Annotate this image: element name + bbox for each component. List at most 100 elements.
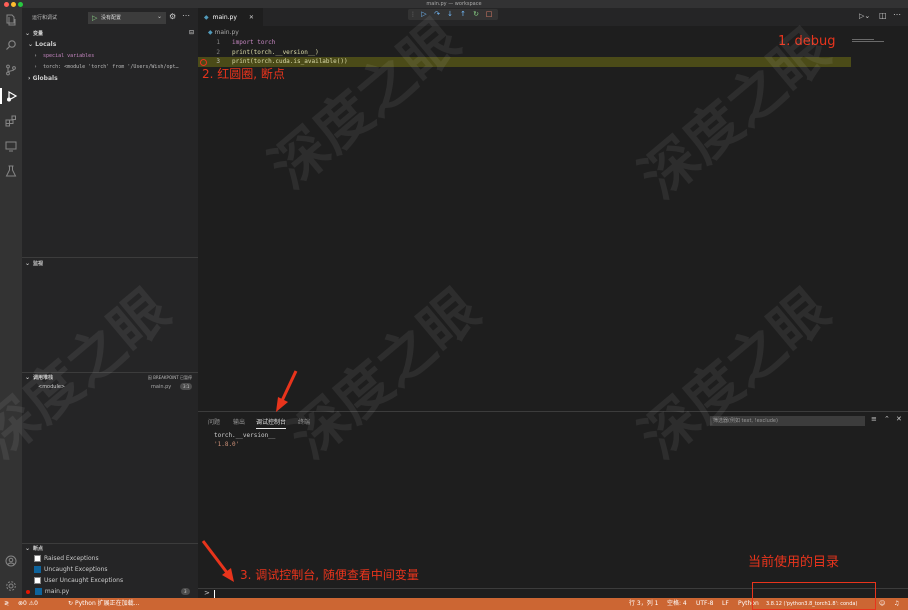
feedback-icon[interactable]: ☺ — [879, 598, 885, 610]
tab-output[interactable]: 输出 — [233, 417, 245, 426]
chevron-down-icon: ⌄ — [25, 260, 31, 267]
special-variables-item[interactable]: › special variables — [34, 53, 94, 59]
close-panel-icon[interactable]: ✕ — [896, 415, 902, 423]
tab-debug-console[interactable]: 调试控制台 — [256, 417, 287, 429]
breakpoint-user-uncaught-exceptions[interactable]: User Uncaught Exceptions — [34, 577, 123, 584]
console-filter-input[interactable]: 筛选器(例如 text, !exclude) — [710, 416, 865, 426]
globals-scope[interactable]: › Globals — [28, 75, 58, 82]
special-variables-label: special variables — [43, 53, 95, 59]
locals-scope[interactable]: ⌄ Locals — [28, 41, 56, 48]
frame-file: main.py — [151, 384, 172, 390]
collapse-all-icon[interactable]: ⊟ — [189, 29, 194, 36]
run-debug-sidebar: 运行和调试 ▷ 没有配置 ⌄ ⚙ ⋯ ⌄ 变量 ⊟ ⌄ Locals › spe… — [22, 8, 198, 598]
maximize-panel-icon[interactable]: ⌃ — [884, 415, 890, 423]
extensions-icon[interactable] — [3, 113, 19, 129]
code-line[interactable]: 1 import torch — [198, 38, 858, 48]
more-actions-icon[interactable]: ⋯ — [182, 11, 190, 20]
restart-icon[interactable]: ↻ — [472, 10, 480, 18]
python-file-icon: ◆ — [204, 13, 209, 21]
frame-name: <module> — [38, 384, 66, 390]
source-control-icon[interactable] — [3, 62, 19, 78]
split-editor-icon[interactable]: ◫ — [879, 11, 887, 20]
start-debug-play-icon[interactable]: ▷ — [92, 14, 97, 22]
remote-explorer-icon[interactable] — [3, 138, 19, 154]
torch-variable-item[interactable]: › torch: <module 'torch' from '/Users/Wi… — [34, 64, 179, 70]
annotation-breakpoint: 2. 红圆圈, 断点 — [202, 67, 285, 81]
step-out-icon[interactable]: ↑ — [459, 10, 467, 18]
clear-console-icon[interactable]: ≡ — [871, 415, 877, 423]
chevron-down-icon: ⌄ — [25, 30, 31, 37]
checkbox[interactable] — [34, 555, 41, 562]
settings-gear-icon[interactable] — [3, 578, 19, 594]
encoding[interactable]: UTF-8 — [696, 598, 714, 610]
variables-title: 变量 — [33, 31, 44, 37]
console-output: torch.__version__ '1.8.0' — [214, 431, 275, 449]
breakpoint-label: Raised Exceptions — [44, 555, 99, 562]
breakpoint-uncaught-exceptions[interactable]: Uncaught Exceptions — [34, 566, 108, 573]
variables-section-header[interactable]: ⌄ 变量 ⊟ — [22, 28, 198, 39]
chevron-down-icon: ⌄ — [25, 545, 31, 552]
console-line: torch.__version__ — [214, 432, 276, 439]
tab-terminal[interactable]: 终端 — [298, 417, 310, 426]
run-debug-menu-icon[interactable]: ▷⌄ — [859, 12, 870, 20]
annotation-directory: 当前使用的目录 — [748, 555, 840, 570]
watch-section-header[interactable]: ⌄ 监视 — [22, 258, 198, 269]
breadcrumb: ◆ main.py — [208, 29, 239, 36]
callstack-title: 调用堆栈 — [33, 375, 54, 381]
frame-line-badge: 3:1 — [180, 383, 193, 390]
chevron-right-icon: › — [34, 53, 38, 59]
breakpoint-raised-exceptions[interactable]: Raised Exceptions — [34, 555, 99, 562]
tab-label: main.py — [212, 13, 237, 21]
tab-main-py[interactable]: ◆ main.py ✕ — [198, 8, 263, 26]
checkbox[interactable] — [34, 566, 41, 573]
error-count: 0 — [23, 600, 27, 607]
indentation[interactable]: 空格: 4 — [667, 598, 687, 610]
line-endings[interactable]: LF — [722, 598, 729, 610]
explorer-icon[interactable] — [3, 12, 19, 28]
breakpoint-main-py[interactable]: main.py 3 — [26, 588, 196, 595]
close-tab-icon[interactable]: ✕ — [249, 14, 254, 21]
breadcrumb-file[interactable]: main.py — [215, 29, 239, 36]
annotation-debug-console: 3. 调试控制台, 随便查看中间变量 — [240, 568, 419, 582]
checkbox[interactable] — [34, 588, 42, 595]
chevron-down-icon: ⌄ — [156, 13, 162, 20]
testing-icon[interactable] — [3, 163, 19, 179]
callstack-frame[interactable]: <module> main.py 3:1 — [22, 383, 198, 393]
text-cursor — [214, 590, 215, 598]
python-loading-status[interactable]: ↻ Python 扩展正在加载... — [68, 598, 139, 610]
watch-title: 监视 — [33, 261, 44, 267]
launch-config-select[interactable]: ▷ 没有配置 ⌄ — [88, 12, 166, 24]
more-actions-icon[interactable]: ⋯ — [893, 10, 901, 19]
chevron-right-icon: › — [28, 75, 31, 82]
title-bar: main.py — workspace — [0, 0, 908, 8]
drag-handle-icon[interactable]: ⋮ — [409, 10, 417, 18]
code-line-current[interactable]: 3 print(torch.cuda.is_available()) — [198, 57, 851, 67]
remote-indicator-icon[interactable]: ≷ — [4, 598, 9, 610]
cursor-position[interactable]: 行 3，列 1 — [629, 598, 658, 610]
editor-scrollbar[interactable] — [900, 26, 906, 411]
stop-icon[interactable]: □ — [485, 10, 493, 18]
activity-bar — [0, 8, 22, 598]
breakpoints-section-header[interactable]: ⌄ 断点 — [22, 543, 198, 554]
gear-icon[interactable]: ⚙ — [169, 12, 176, 21]
problems-indicator[interactable]: ⊗0 ⚠0 — [18, 598, 38, 610]
step-into-icon[interactable]: ↓ — [446, 10, 454, 18]
interpreter-highlight-box — [752, 582, 876, 610]
search-icon[interactable] — [3, 37, 19, 53]
code-editor[interactable]: ◆ main.py 1 import torch 2 print(torch._… — [198, 26, 908, 411]
globals-label: Globals — [32, 75, 58, 82]
notifications-bell-icon[interactable]: ♫ — [894, 598, 899, 610]
run-debug-icon[interactable] — [0, 88, 21, 104]
breakpoint-dot-icon — [26, 589, 30, 594]
editor-tab-bar: ◆ main.py ✕ ⋮ ▷ ↷ ↓ ↑ ↻ □ ▷⌄ ◫ ⋯ — [198, 8, 908, 26]
step-over-icon[interactable]: ↷ — [433, 10, 441, 18]
sidebar-header: 运行和调试 ▷ 没有配置 ⌄ ⚙ ⋯ — [22, 8, 198, 26]
account-icon[interactable] — [3, 553, 19, 569]
callstack-section-header[interactable]: ⌄ 调用堆栈 因 BREAKPOINT 已暂停 — [22, 372, 198, 383]
checkbox[interactable] — [34, 577, 41, 584]
minimap[interactable] — [852, 39, 892, 43]
continue-icon[interactable]: ▷ — [420, 10, 428, 18]
debug-toolbar: ⋮ ▷ ↷ ↓ ↑ ↻ □ — [408, 9, 498, 20]
launch-config-value: 没有配置 — [101, 15, 122, 21]
tab-problems[interactable]: 问题 — [208, 417, 220, 426]
